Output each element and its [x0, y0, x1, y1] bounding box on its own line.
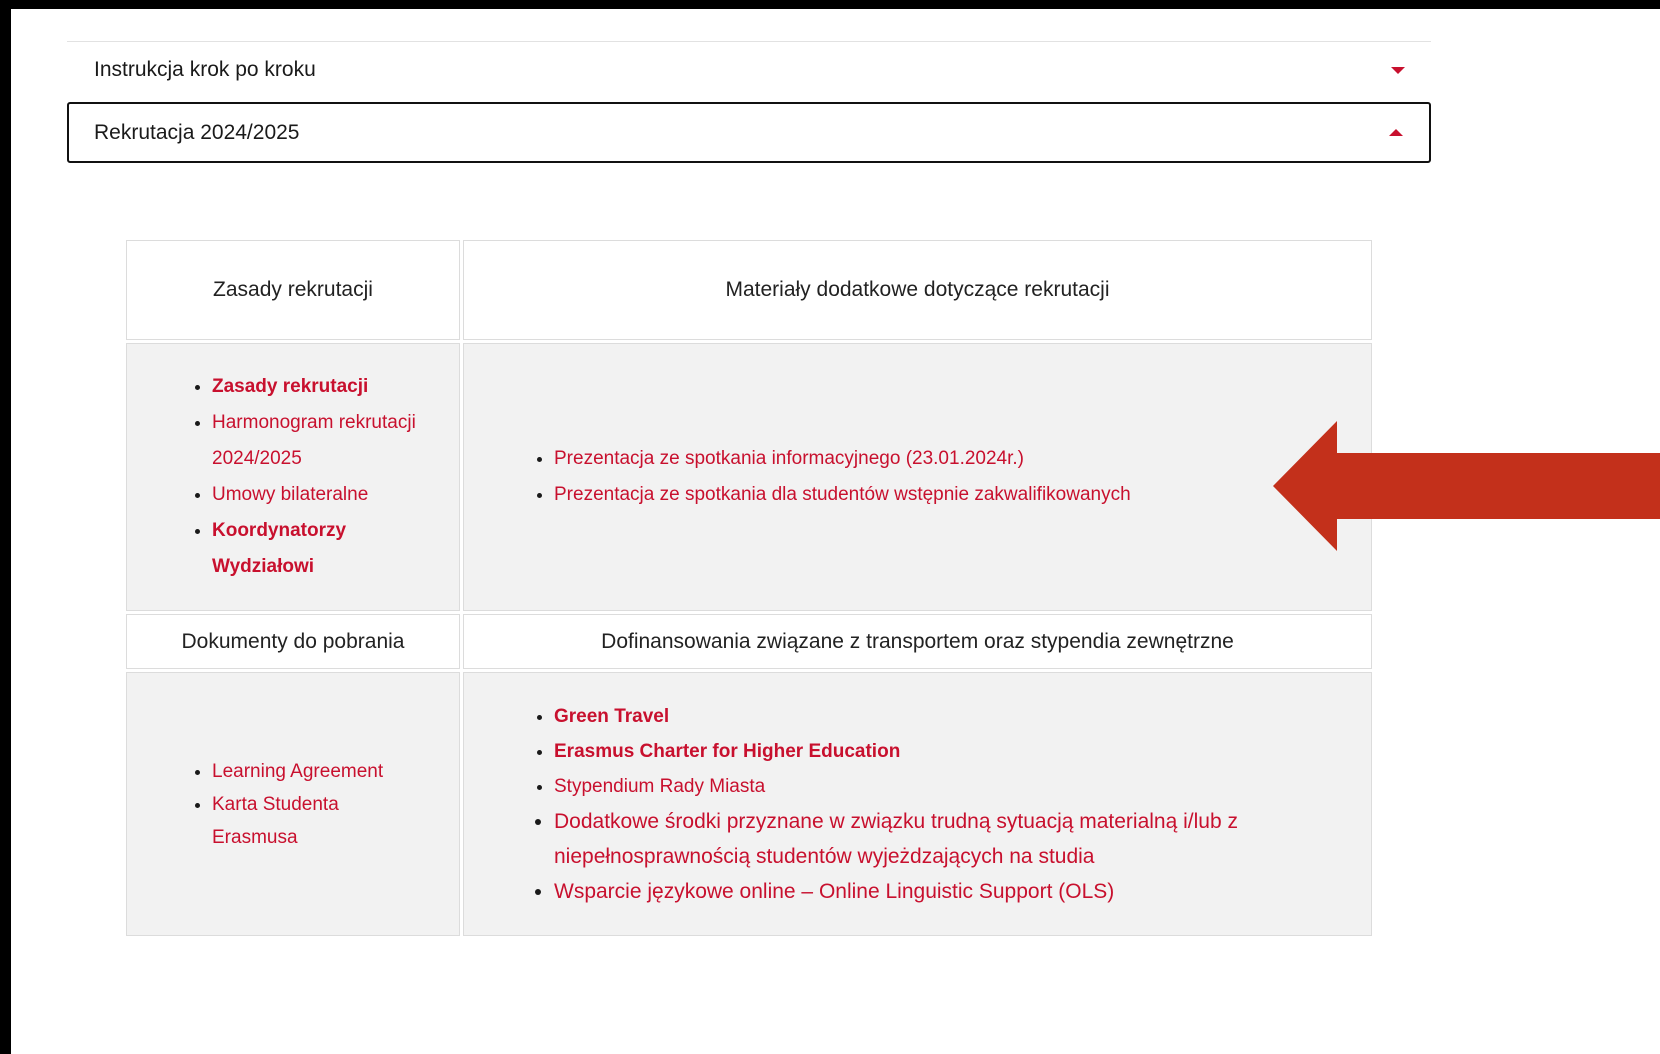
link-online-linguistic-support[interactable]: Wsparcie językowe online – Online Lingui…: [554, 874, 1294, 909]
accordion-item-label: Rekrutacja 2024/2025: [94, 120, 300, 144]
accordion-item-instructions[interactable]: Instrukcja krok po kroku: [67, 41, 1431, 98]
link-learning-agreement[interactable]: Learning Agreement: [212, 755, 459, 788]
recruitment-table: Zasady rekrutacji Materiały dodatkowe do…: [123, 237, 1375, 939]
table-cell-rules-links: Zasady rekrutacji Harmonogram rekrutacji…: [126, 343, 460, 611]
table-cell-funding-links: Green Travel Erasmus Charter for Higher …: [463, 672, 1372, 936]
link-qualified-students-presentation[interactable]: Prezentacja ze spotkania dla studentów w…: [554, 477, 1371, 513]
table-header-additional-materials: Materiały dodatkowe dotyczące rekrutacji: [463, 240, 1372, 340]
table-cell-materials-links: Prezentacja ze spotkania informacyjnego …: [463, 343, 1372, 611]
table-cell-documents-links: Learning Agreement Karta Studenta Erasmu…: [126, 672, 460, 936]
link-erasmus-student-card[interactable]: Karta Studenta Erasmusa: [212, 788, 372, 854]
link-faculty-coordinators[interactable]: Koordynatorzy Wydziałowi: [212, 513, 372, 585]
link-green-travel[interactable]: Green Travel: [554, 699, 1294, 734]
link-info-meeting-presentation[interactable]: Prezentacja ze spotkania informacyjnego …: [554, 441, 1371, 477]
link-additional-funds[interactable]: Dodatkowe środki przyznane w związku tru…: [554, 804, 1294, 874]
accordion-item-recruitment[interactable]: Rekrutacja 2024/2025: [67, 102, 1431, 163]
table-header-recruitment-rules: Zasady rekrutacji: [126, 240, 460, 340]
annotation-arrow-shape: [1273, 421, 1660, 551]
link-city-council-scholarship[interactable]: Stypendium Rady Miasta: [554, 769, 1294, 804]
annotation-arrow-icon: [1273, 421, 1660, 551]
chevron-up-icon: [1389, 129, 1403, 136]
link-erasmus-charter[interactable]: Erasmus Charter for Higher Education: [554, 734, 1294, 769]
accordion-item-label: Instrukcja krok po kroku: [94, 58, 316, 81]
table-header-documents: Dokumenty do pobrania: [126, 614, 460, 669]
page-frame: Instrukcja krok po kroku Rekrutacja 2024…: [11, 9, 1660, 1054]
link-recruitment-schedule[interactable]: Harmonogram rekrutacji 2024/2025: [212, 405, 422, 477]
chevron-down-icon: [1391, 66, 1405, 74]
table-header-funding: Dofinansowania związane z transportem or…: [463, 614, 1372, 669]
